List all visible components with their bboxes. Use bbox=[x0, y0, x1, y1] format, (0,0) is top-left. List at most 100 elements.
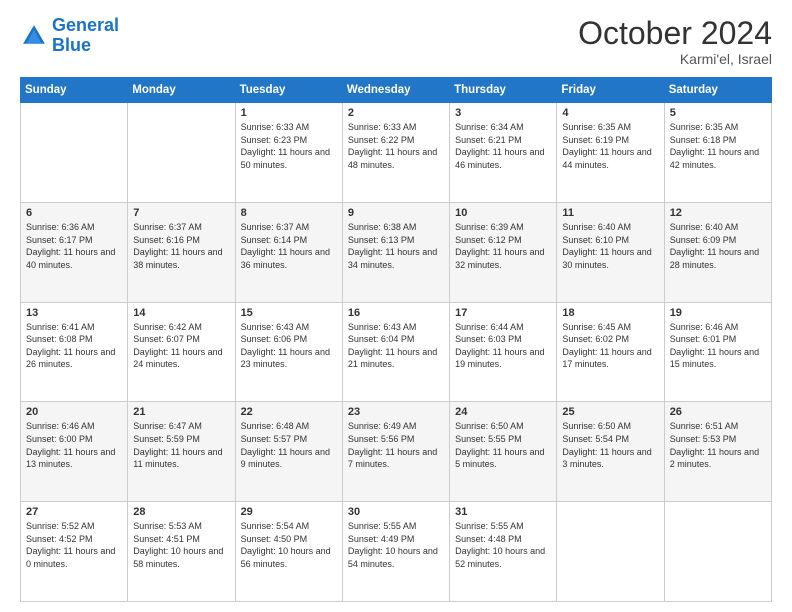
logo-text: General Blue bbox=[52, 16, 119, 56]
calendar-cell: 14 Sunrise: 6:42 AM Sunset: 6:07 PM Dayli… bbox=[128, 302, 235, 402]
day-info: Sunrise: 6:35 AM Sunset: 6:19 PM Dayligh… bbox=[562, 121, 658, 171]
day-number: 1 bbox=[241, 107, 337, 119]
logo-general: General bbox=[52, 15, 119, 35]
day-number: 17 bbox=[455, 307, 551, 319]
day-number: 22 bbox=[241, 406, 337, 418]
day-number: 20 bbox=[26, 406, 122, 418]
calendar-cell: 20 Sunrise: 6:46 AM Sunset: 6:00 PM Dayli… bbox=[21, 402, 128, 502]
day-info: Sunrise: 6:46 AM Sunset: 6:00 PM Dayligh… bbox=[26, 420, 122, 470]
weekday-header-friday: Friday bbox=[557, 78, 664, 103]
week-row-1: 1 Sunrise: 6:33 AM Sunset: 6:23 PM Daylig… bbox=[21, 103, 772, 203]
day-number: 3 bbox=[455, 107, 551, 119]
month-title: October 2024 bbox=[578, 16, 772, 51]
day-number: 27 bbox=[26, 506, 122, 518]
day-info: Sunrise: 6:36 AM Sunset: 6:17 PM Dayligh… bbox=[26, 221, 122, 271]
day-info: Sunrise: 6:49 AM Sunset: 5:56 PM Dayligh… bbox=[348, 420, 444, 470]
calendar-cell: 26 Sunrise: 6:51 AM Sunset: 5:53 PM Dayli… bbox=[664, 402, 771, 502]
day-info: Sunrise: 6:50 AM Sunset: 5:54 PM Dayligh… bbox=[562, 420, 658, 470]
day-number: 12 bbox=[670, 207, 766, 219]
calendar-cell: 15Sunrise: 6:43 AM Sunset: 6:06 PM Dayli… bbox=[235, 302, 342, 402]
day-info: Sunrise: 6:42 AM Sunset: 6:07 PM Dayligh… bbox=[133, 321, 229, 371]
day-number: 5 bbox=[670, 107, 766, 119]
day-info: Sunrise: 6:34 AM Sunset: 6:21 PM Dayligh… bbox=[455, 121, 551, 171]
day-number: 4 bbox=[562, 107, 658, 119]
day-info: Sunrise: 6:46 AM Sunset: 6:01 PM Dayligh… bbox=[670, 321, 766, 371]
calendar-cell: 9 Sunrise: 6:38 AM Sunset: 6:13 PM Daylig… bbox=[342, 202, 449, 302]
day-number: 14 bbox=[133, 307, 229, 319]
day-number: 26 bbox=[670, 406, 766, 418]
day-number: 24 bbox=[455, 406, 551, 418]
day-info: Sunrise: 5:55 AM Sunset: 4:49 PM Dayligh… bbox=[348, 520, 444, 570]
calendar-cell: 2 Sunrise: 6:33 AM Sunset: 6:22 PM Daylig… bbox=[342, 103, 449, 203]
day-number: 23 bbox=[348, 406, 444, 418]
day-info: Sunrise: 6:40 AM Sunset: 6:09 PM Dayligh… bbox=[670, 221, 766, 271]
day-number: 6 bbox=[26, 207, 122, 219]
day-number: 31 bbox=[455, 506, 551, 518]
day-number: 18 bbox=[562, 307, 658, 319]
day-info: Sunrise: 5:54 AM Sunset: 4:50 PM Dayligh… bbox=[241, 520, 337, 570]
calendar-body: 1 Sunrise: 6:33 AM Sunset: 6:23 PM Daylig… bbox=[21, 103, 772, 602]
calendar-header: SundayMondayTuesdayWednesdayThursdayFrid… bbox=[21, 78, 772, 103]
day-info: Sunrise: 6:33 AM Sunset: 6:23 PM Dayligh… bbox=[241, 121, 337, 171]
calendar-cell: 4 Sunrise: 6:35 AM Sunset: 6:19 PM Daylig… bbox=[557, 103, 664, 203]
calendar-cell: 10Sunrise: 6:39 AM Sunset: 6:12 PM Dayli… bbox=[450, 202, 557, 302]
day-number: 21 bbox=[133, 406, 229, 418]
calendar-cell: 27 Sunrise: 5:52 AM Sunset: 4:52 PM Dayli… bbox=[21, 502, 128, 602]
week-row-2: 6 Sunrise: 6:36 AM Sunset: 6:17 PM Daylig… bbox=[21, 202, 772, 302]
day-number: 29 bbox=[241, 506, 337, 518]
title-block: October 2024 Karmi'el, Israel bbox=[578, 16, 772, 67]
calendar-cell: 28Sunrise: 5:53 AM Sunset: 4:51 PM Dayli… bbox=[128, 502, 235, 602]
calendar-cell: 25Sunrise: 6:50 AM Sunset: 5:54 PM Dayli… bbox=[557, 402, 664, 502]
day-number: 2 bbox=[348, 107, 444, 119]
calendar-cell: 13Sunrise: 6:41 AM Sunset: 6:08 PM Dayli… bbox=[21, 302, 128, 402]
day-info: Sunrise: 6:35 AM Sunset: 6:18 PM Dayligh… bbox=[670, 121, 766, 171]
calendar-cell bbox=[128, 103, 235, 203]
calendar-cell bbox=[664, 502, 771, 602]
weekday-row: SundayMondayTuesdayWednesdayThursdayFrid… bbox=[21, 78, 772, 103]
calendar-cell bbox=[557, 502, 664, 602]
day-info: Sunrise: 6:43 AM Sunset: 6:06 PM Dayligh… bbox=[241, 321, 337, 371]
calendar-cell: 18 Sunrise: 6:45 AM Sunset: 6:02 PM Dayli… bbox=[557, 302, 664, 402]
day-info: Sunrise: 6:33 AM Sunset: 6:22 PM Dayligh… bbox=[348, 121, 444, 171]
day-info: Sunrise: 6:48 AM Sunset: 5:57 PM Dayligh… bbox=[241, 420, 337, 470]
week-row-4: 20 Sunrise: 6:46 AM Sunset: 6:00 PM Dayli… bbox=[21, 402, 772, 502]
weekday-header-wednesday: Wednesday bbox=[342, 78, 449, 103]
day-info: Sunrise: 6:51 AM Sunset: 5:53 PM Dayligh… bbox=[670, 420, 766, 470]
calendar-cell: 23 Sunrise: 6:49 AM Sunset: 5:56 PM Dayli… bbox=[342, 402, 449, 502]
day-number: 13 bbox=[26, 307, 122, 319]
day-info: Sunrise: 5:52 AM Sunset: 4:52 PM Dayligh… bbox=[26, 520, 122, 570]
day-number: 7 bbox=[133, 207, 229, 219]
calendar-cell: 6 Sunrise: 6:36 AM Sunset: 6:17 PM Daylig… bbox=[21, 202, 128, 302]
day-number: 11 bbox=[562, 207, 658, 219]
calendar-cell: 19Sunrise: 6:46 AM Sunset: 6:01 PM Dayli… bbox=[664, 302, 771, 402]
day-number: 16 bbox=[348, 307, 444, 319]
calendar-cell: 22 Sunrise: 6:48 AM Sunset: 5:57 PM Dayli… bbox=[235, 402, 342, 502]
calendar-cell: 29 Sunrise: 5:54 AM Sunset: 4:50 PM Dayli… bbox=[235, 502, 342, 602]
day-info: Sunrise: 6:47 AM Sunset: 5:59 PM Dayligh… bbox=[133, 420, 229, 470]
weekday-header-tuesday: Tuesday bbox=[235, 78, 342, 103]
calendar-cell bbox=[21, 103, 128, 203]
calendar-cell: 8Sunrise: 6:37 AM Sunset: 6:14 PM Daylig… bbox=[235, 202, 342, 302]
calendar-cell: 21 Sunrise: 6:47 AM Sunset: 5:59 PM Dayli… bbox=[128, 402, 235, 502]
day-number: 10 bbox=[455, 207, 551, 219]
calendar-cell: 3 Sunrise: 6:34 AM Sunset: 6:21 PM Daylig… bbox=[450, 103, 557, 203]
day-info: Sunrise: 5:53 AM Sunset: 4:51 PM Dayligh… bbox=[133, 520, 229, 570]
day-info: Sunrise: 6:37 AM Sunset: 6:16 PM Dayligh… bbox=[133, 221, 229, 271]
day-info: Sunrise: 6:38 AM Sunset: 6:13 PM Dayligh… bbox=[348, 221, 444, 271]
calendar-cell: 30Sunrise: 5:55 AM Sunset: 4:49 PM Dayli… bbox=[342, 502, 449, 602]
header: General Blue October 2024 Karmi'el, Isra… bbox=[20, 16, 772, 67]
logo-icon bbox=[20, 22, 48, 50]
day-number: 9 bbox=[348, 207, 444, 219]
calendar-cell: 11Sunrise: 6:40 AM Sunset: 6:10 PM Dayli… bbox=[557, 202, 664, 302]
calendar-cell: 5 Sunrise: 6:35 AM Sunset: 6:18 PM Daylig… bbox=[664, 103, 771, 203]
calendar-cell: 16Sunrise: 6:43 AM Sunset: 6:04 PM Dayli… bbox=[342, 302, 449, 402]
week-row-3: 13Sunrise: 6:41 AM Sunset: 6:08 PM Dayli… bbox=[21, 302, 772, 402]
day-info: Sunrise: 6:44 AM Sunset: 6:03 PM Dayligh… bbox=[455, 321, 551, 371]
location: Karmi'el, Israel bbox=[578, 51, 772, 67]
page: General Blue October 2024 Karmi'el, Isra… bbox=[0, 0, 792, 612]
day-info: Sunrise: 6:37 AM Sunset: 6:14 PM Dayligh… bbox=[241, 221, 337, 271]
day-info: Sunrise: 6:45 AM Sunset: 6:02 PM Dayligh… bbox=[562, 321, 658, 371]
logo-blue: Blue bbox=[52, 36, 119, 56]
calendar-cell: 12 Sunrise: 6:40 AM Sunset: 6:09 PM Dayli… bbox=[664, 202, 771, 302]
weekday-header-sunday: Sunday bbox=[21, 78, 128, 103]
